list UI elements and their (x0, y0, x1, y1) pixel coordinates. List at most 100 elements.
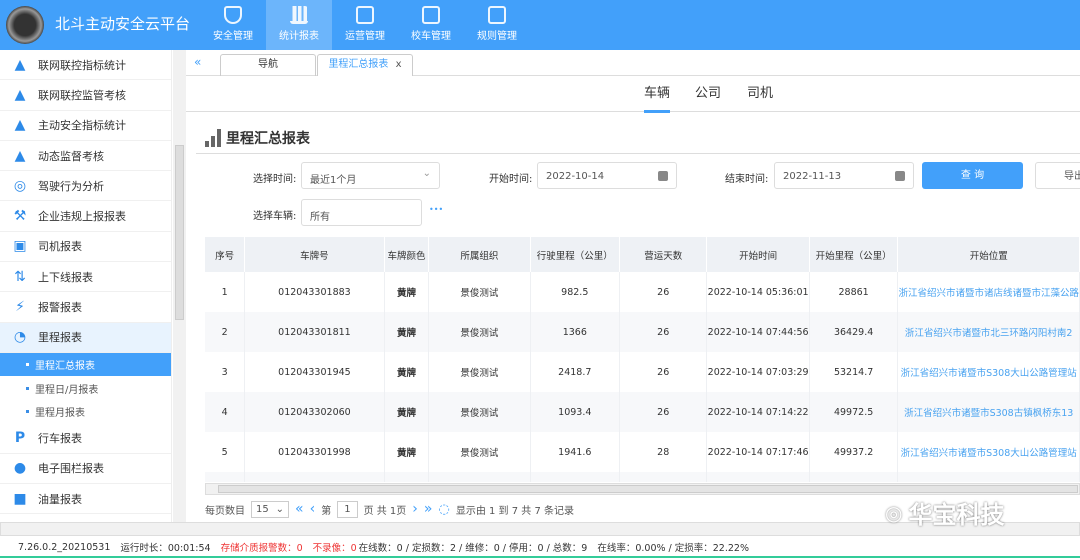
table-cell: 2022-10-14 05:36:01 (706, 272, 810, 312)
time-label: 选择时间: (253, 174, 297, 185)
fuel-icon: ■ (13, 490, 27, 507)
end-time-label: 结束时间: (725, 174, 769, 185)
table-row[interactable]: 5 012043301998 黄牌 景俊测试 1941.6 28 2022-10-14 07… (205, 432, 1080, 472)
status-bar: 7.26.0.2_20210531 运行时长：00:01:54 存储介质报警数：… (0, 538, 1080, 558)
close-icon[interactable]: x (396, 59, 402, 70)
table-horizontal-scrollbar[interactable] (205, 483, 1080, 495)
tab-label: 导航 (258, 59, 278, 70)
tab-navigation[interactable]: 导航 (220, 54, 316, 76)
table-row[interactable]: 4 012043302060 黄牌 景俊测试 1093.4 26 2022-10-14 07… (205, 392, 1080, 432)
tab-mileage-summary[interactable]: 里程汇总报表 x (317, 54, 413, 76)
location-pin-icon: ● (13, 460, 27, 477)
column-header: 车牌颜色 (384, 237, 430, 272)
vehicle-select[interactable]: 所有 (301, 199, 422, 226)
export-button[interactable]: 导出 (1035, 162, 1080, 189)
next-page-icon[interactable]: › (412, 501, 418, 517)
table-cell: 1093.4 (530, 392, 621, 432)
table-cell[interactable]: 浙江省绍兴市诸暨市S308大山公路管理站 (897, 432, 1080, 472)
divider (196, 153, 1080, 154)
table-cell[interactable]: 浙江省绍兴市诸暨市诸店线诸暨市江藻公路 (897, 272, 1080, 312)
gauge-icon: ◔ (13, 329, 27, 346)
sidebar-item[interactable]: ⚒ 企业违规上报报表 (0, 201, 171, 232)
table-row[interactable]: 3 012043301945 黄牌 景俊测试 2418.7 26 2022-10-14 07… (205, 352, 1080, 392)
table-cell[interactable]: 浙江省绍兴市诸暨市S308大山公路管理站 (897, 352, 1080, 392)
last-page-icon[interactable]: » (424, 501, 433, 517)
calendar-icon[interactable] (658, 171, 668, 181)
sidebar-item[interactable]: ⚡ 报警报表 (0, 292, 171, 323)
table-row[interactable]: 1 012043301883 黄牌 景俊测试 982.5 26 2022-10-14 05:… (205, 272, 1080, 312)
nav-safety[interactable]: 安全管理 (200, 0, 266, 50)
table-row[interactable]: 2 012043301811 黄牌 景俊测试 1366 26 2022-10-14 07:4… (205, 312, 1080, 352)
scrollbar-thumb[interactable] (175, 145, 184, 320)
table-cell: 黄牌 (384, 392, 430, 432)
nav-statistics[interactable]: 统计报表 (266, 0, 332, 50)
query-button[interactable]: 查 询 (922, 162, 1023, 189)
nav-school-bus[interactable]: 校车管理 (398, 0, 464, 50)
table-cell: 景俊测试 (428, 432, 531, 472)
sidebar-item[interactable]: ▲ 联网联控监管考核 (0, 80, 171, 111)
sidebar-item-mileage[interactable]: ◔ 里程报表 (0, 322, 171, 353)
nav-operations[interactable]: 运营管理 (332, 0, 398, 50)
top-header: 北斗主动安全云平台 安全管理 统计报表 运营管理 校车管理 规则管理 (0, 0, 1080, 50)
calendar-icon[interactable] (895, 171, 905, 181)
end-time-value: 2022-11-13 (783, 171, 842, 182)
app-logo (6, 6, 44, 44)
sidebar-item[interactable]: ● 电子围栏报表 (0, 454, 171, 485)
version: 7.26.0.2_20210531 (18, 541, 111, 553)
column-header: 所属组织 (428, 237, 531, 272)
tab-driver[interactable]: 司机 (747, 82, 773, 101)
sidebar-item[interactable]: P 行车报表 (0, 423, 171, 454)
sidebar-item[interactable]: ▲ 主动安全指标统计 (0, 111, 171, 141)
sidebar-item[interactable]: ■ 油量报表 (0, 484, 171, 515)
sidebar-item[interactable]: ◎ 驾驶行为分析 (0, 171, 171, 202)
nav-rules[interactable]: 规则管理 (464, 0, 530, 50)
rates: 在线率：0.00% / 定损率：22.22% (597, 543, 749, 554)
per-page-select[interactable]: 15 ⌄ (251, 500, 289, 518)
person-icon: ▣ (13, 238, 27, 255)
nav-label: 规则管理 (477, 31, 517, 42)
table-cell: 黄牌 (384, 312, 430, 352)
page-input[interactable]: 1 (337, 500, 358, 518)
sidebar-item-label: 行车报表 (38, 432, 82, 446)
table-cell: 012043301945 (244, 352, 385, 392)
sidebar-sub-mileage-summary[interactable]: 里程汇总报表 (0, 352, 171, 377)
table-cell[interactable]: 浙江省绍兴市诸暨市S308古镇枫桥东13 (897, 392, 1080, 432)
sidebar-sub-mileage-daily[interactable]: 里程日/月报表 (0, 376, 171, 400)
collapse-icon[interactable]: « (194, 55, 201, 69)
refresh-icon[interactable]: ◌ (438, 502, 449, 517)
table-row[interactable] (205, 472, 1080, 482)
more-options-icon[interactable]: ••• (429, 205, 443, 214)
prev-page-icon[interactable]: ‹ (310, 501, 316, 517)
start-time-label: 开始时间: (489, 174, 533, 185)
tab-bar: « 导航 里程汇总报表 x (186, 51, 1080, 76)
sidebar-item[interactable]: ▲ 动态监督考核 (0, 141, 171, 172)
sidebar-item-label: 电子围栏报表 (38, 462, 104, 476)
table-cell (706, 472, 810, 482)
time-range-select[interactable]: 最近1个月 ⌄ (301, 162, 440, 189)
storage-alarm-count: 存储介质报警数：0 (220, 543, 303, 554)
pagination: 每页数目 15 ⌄ « ‹ 第 1 页 共 1页 › » ◌ 显示由 1 到 7 … (205, 498, 574, 520)
table-cell: 黄牌 (384, 272, 430, 312)
column-header: 营运天数 (619, 237, 708, 272)
sidebar-item[interactable]: ⇅ 上下线报表 (0, 262, 171, 293)
sidebar-sub-mileage-monthly[interactable]: 里程月报表 (0, 400, 171, 424)
end-time-input[interactable]: 2022-11-13 (774, 162, 914, 189)
scrollbar-thumb[interactable] (218, 485, 1078, 493)
first-page-icon[interactable]: « (295, 501, 304, 517)
table-cell: 黄牌 (384, 352, 430, 392)
tab-company[interactable]: 公司 (695, 82, 721, 101)
sidebar-sub-label: 里程月报表 (35, 408, 85, 420)
tab-vehicle[interactable]: 车辆 (644, 82, 671, 113)
window-icon (488, 6, 506, 24)
chevron-down-icon: ⌄ (275, 503, 284, 515)
sidebar-item[interactable]: ▣ 司机报表 (0, 232, 171, 263)
warning-icon: ▲ (14, 147, 26, 164)
table-cell (384, 472, 430, 482)
table-cell[interactable]: 浙江省绍兴市诸暨市北三环路闪阳村南2 (897, 312, 1080, 352)
table-cell: 1941.6 (530, 432, 621, 472)
sidebar: ▲ 联网联控指标统计 ▲ 联网联控监管考核 ▲ 主动安全指标统计 ▲ 动态监督考核 ◎ 驾… (0, 50, 172, 522)
start-time-input[interactable]: 2022-10-14 (537, 162, 677, 189)
sidebar-item[interactable]: ▲ 联网联控指标统计 (0, 50, 171, 81)
sidebar-scrollbar[interactable] (173, 50, 186, 522)
table-cell: 景俊测试 (428, 312, 531, 352)
